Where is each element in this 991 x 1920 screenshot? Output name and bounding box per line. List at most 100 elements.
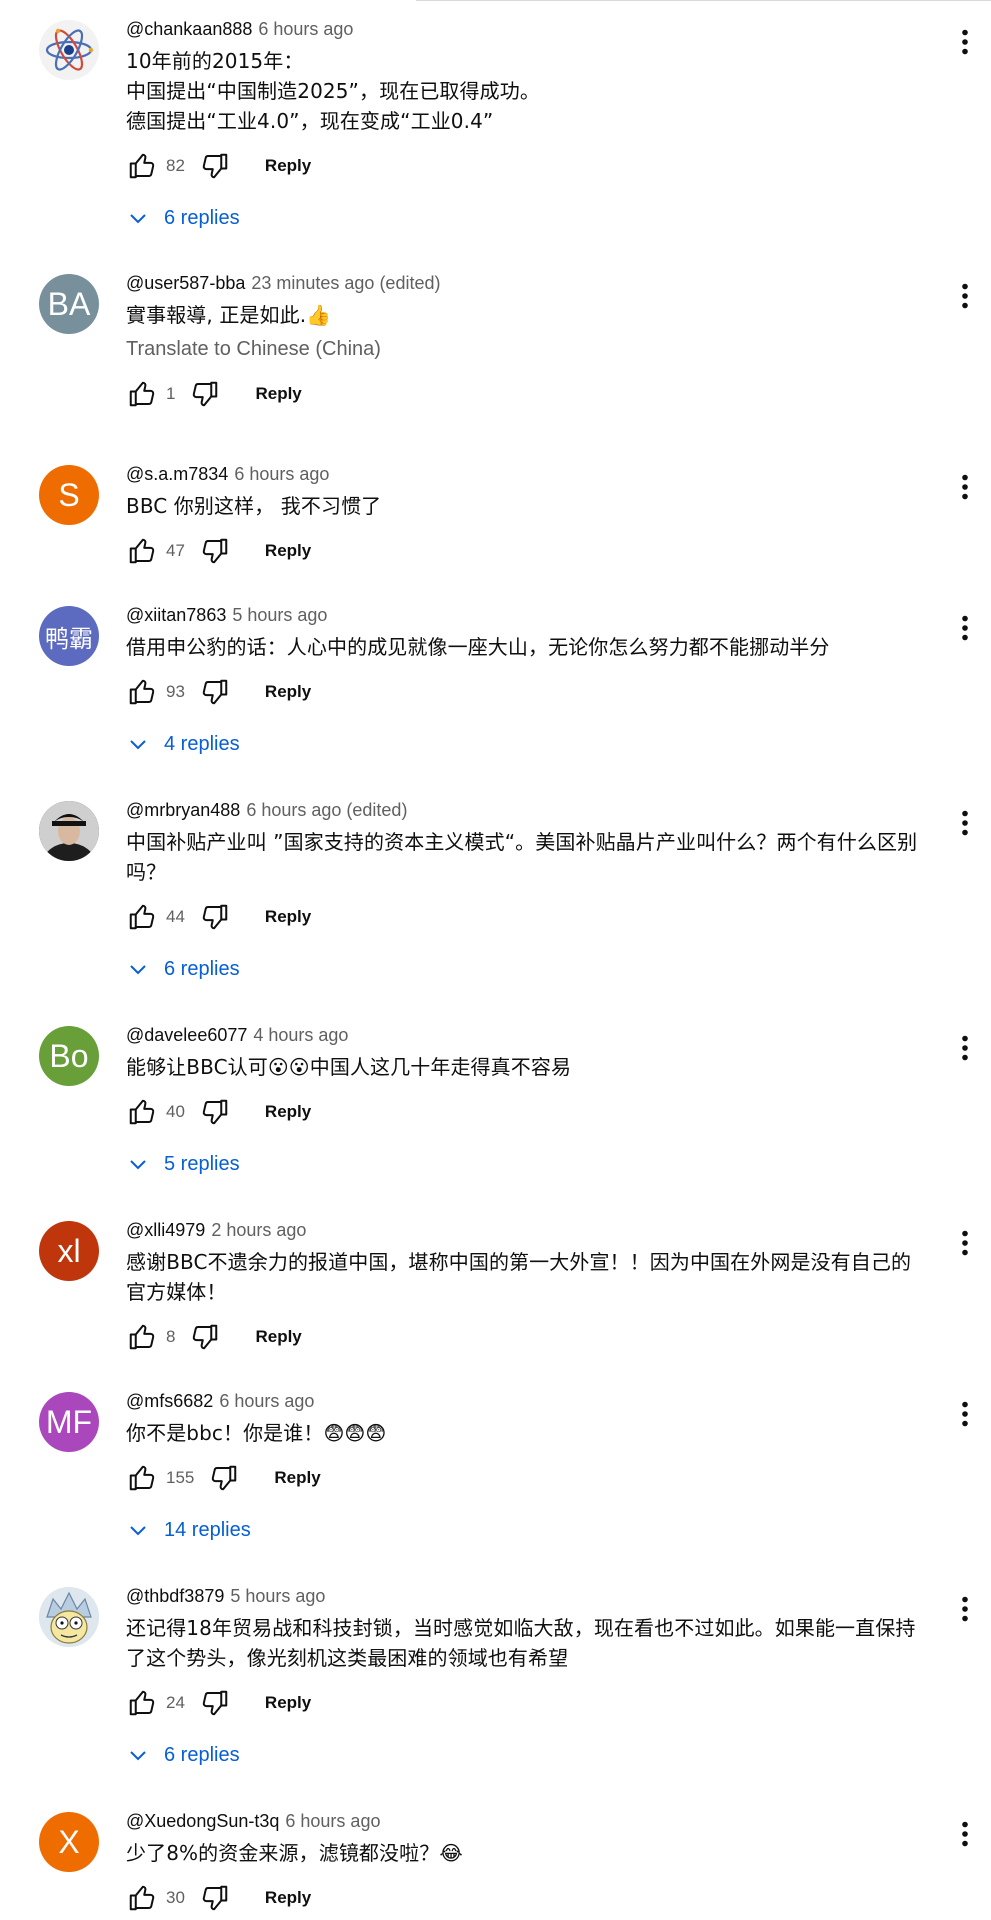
reply-button[interactable]: Reply <box>245 1323 311 1351</box>
comment-menu-button[interactable] <box>945 467 985 507</box>
like-button[interactable] <box>126 901 158 933</box>
avatar-initials: BA <box>47 285 91 322</box>
comment-time: 23 minutes ago (edited) <box>251 273 441 293</box>
thumbs-down-icon <box>202 904 228 930</box>
comment-author[interactable]: @chankaan888 <box>126 19 252 39</box>
like-button[interactable] <box>126 676 158 708</box>
comment-text: 中国补贴产业叫 ”国家支持的资本主义模式“。美国补贴晶片产业叫什么？两个有什么区… <box>126 830 918 884</box>
thumbs-up-icon <box>129 1465 155 1491</box>
comment-text: 10年前的2015年： 中国提出“中国制造2025”，现在已取得成功。 德国提出… <box>126 49 540 133</box>
comment-author[interactable]: @davelee6077 <box>126 1025 247 1045</box>
comment-item: @thbdf3879 5 hours ago 还记得18年贸易战和科技封锁，当时感… <box>0 1585 991 1810</box>
like-button[interactable] <box>126 1462 158 1494</box>
comment-actions: 93 Reply <box>126 672 931 712</box>
like-button[interactable] <box>126 378 158 410</box>
dislike-button[interactable] <box>199 150 231 182</box>
reply-button[interactable]: Reply <box>255 1098 321 1126</box>
dislike-button[interactable] <box>199 1687 231 1719</box>
comment-actions: 40 Reply <box>126 1092 931 1132</box>
comment-time: 5 hours ago <box>230 1586 326 1606</box>
comment-menu-button[interactable] <box>945 1394 985 1434</box>
avatar[interactable]: S <box>39 465 99 525</box>
like-button[interactable] <box>126 1882 158 1914</box>
comment-menu-button[interactable] <box>945 803 985 843</box>
view-replies-button[interactable]: 6 replies <box>126 949 931 989</box>
comment-menu-button[interactable] <box>945 22 985 62</box>
reply-button[interactable]: Reply <box>255 537 321 565</box>
comment-text: 感谢BBC不遗余力的报道中国，堪称中国的第一大外宣！！因为中国在外网是没有自己的… <box>126 1250 912 1304</box>
comment-author[interactable]: @XuedongSun-t3q <box>126 1811 279 1831</box>
more-vert-icon <box>962 474 968 500</box>
dislike-button[interactable] <box>199 901 231 933</box>
avatar[interactable] <box>39 20 99 80</box>
thumbs-down-icon <box>193 381 218 407</box>
comment-actions: 155 Reply <box>126 1458 931 1498</box>
comment-author[interactable]: @xiitan7863 <box>126 605 226 625</box>
comment-item: 鸭霸 @xiitan7863 5 hours ago 借用申公豹的话：人心中的成见… <box>0 604 991 799</box>
more-vert-icon <box>962 283 968 309</box>
like-count: 40 <box>166 1102 185 1121</box>
more-vert-icon <box>962 810 968 836</box>
view-replies-button[interactable]: 14 replies <box>126 1510 931 1550</box>
comment-menu-button[interactable] <box>945 608 985 648</box>
view-replies-button[interactable]: 4 replies <box>126 724 931 764</box>
like-button[interactable] <box>126 1687 158 1719</box>
avatar[interactable]: MF <box>39 1392 99 1452</box>
avatar[interactable]: Bo <box>39 1026 99 1086</box>
chevron-down-icon <box>130 214 146 224</box>
thumbs-down-icon <box>202 538 228 564</box>
avatar[interactable]: BA <box>39 274 99 334</box>
avatar[interactable] <box>39 1587 99 1647</box>
comment-text: 你不是bbc！你是谁！😨😨😨 <box>126 1421 387 1445</box>
avatar-initials: Bo <box>49 1037 89 1074</box>
reply-button[interactable]: Reply <box>255 678 321 706</box>
dislike-button[interactable] <box>189 378 221 410</box>
reply-button[interactable]: Reply <box>264 1464 330 1492</box>
like-button[interactable] <box>126 1096 158 1128</box>
dislike-button[interactable] <box>199 676 231 708</box>
dislike-button[interactable] <box>199 535 231 567</box>
dislike-button[interactable] <box>208 1462 240 1494</box>
reply-button[interactable]: Reply <box>255 1689 321 1717</box>
view-replies-button[interactable]: 6 replies <box>126 198 931 238</box>
like-button[interactable] <box>126 1321 158 1353</box>
comment-actions: 8 Reply <box>126 1317 931 1357</box>
avatar[interactable]: xl <box>39 1221 99 1281</box>
view-replies-button[interactable]: 5 replies <box>126 1144 931 1184</box>
translate-link[interactable]: Translate to Chinese (China) <box>126 334 931 364</box>
comment-author[interactable]: @mrbryan488 <box>126 800 240 820</box>
comment-author[interactable]: @xlli4979 <box>126 1220 205 1240</box>
replies-count: 5 replies <box>164 1152 240 1175</box>
comment-text: 能够让BBC认可😮😮中国人这几十年走得真不容易 <box>126 1055 572 1079</box>
avatar[interactable]: X <box>39 1812 99 1872</box>
like-button[interactable] <box>126 535 158 567</box>
like-count: 8 <box>166 1327 176 1346</box>
avatar[interactable] <box>39 801 99 861</box>
dislike-button[interactable] <box>189 1321 221 1353</box>
dislike-button[interactable] <box>199 1882 231 1914</box>
comment-meta: @xlli4979 2 hours ago <box>126 1219 931 1241</box>
comment-author[interactable]: @mfs6682 <box>126 1391 213 1411</box>
reply-button[interactable]: Reply <box>255 903 321 931</box>
reply-button[interactable]: Reply <box>255 152 321 180</box>
more-vert-icon <box>962 1401 968 1427</box>
reply-button[interactable]: Reply <box>245 380 311 408</box>
avatar-initials: xl <box>57 1232 81 1269</box>
comment-author[interactable]: @s.a.m7834 <box>126 464 228 484</box>
like-count: 30 <box>166 1888 185 1907</box>
like-button[interactable] <box>126 150 158 182</box>
more-vert-icon <box>962 1035 968 1061</box>
comment-menu-button[interactable] <box>945 276 985 316</box>
comment-menu-button[interactable] <box>945 1589 985 1629</box>
view-replies-button[interactable]: 6 replies <box>126 1735 931 1775</box>
dislike-button[interactable] <box>199 1096 231 1128</box>
reply-button[interactable]: Reply <box>255 1884 321 1912</box>
comment-author[interactable]: @thbdf3879 <box>126 1586 224 1606</box>
avatar[interactable]: 鸭霸 <box>39 606 99 666</box>
comment-author[interactable]: @user587-bba <box>126 273 245 293</box>
comment-menu-button[interactable] <box>945 1028 985 1068</box>
comment-time: 6 hours ago <box>219 1391 315 1411</box>
comment-time: 6 hours ago <box>258 19 354 39</box>
comment-menu-button[interactable] <box>945 1814 985 1854</box>
comment-menu-button[interactable] <box>945 1223 985 1263</box>
